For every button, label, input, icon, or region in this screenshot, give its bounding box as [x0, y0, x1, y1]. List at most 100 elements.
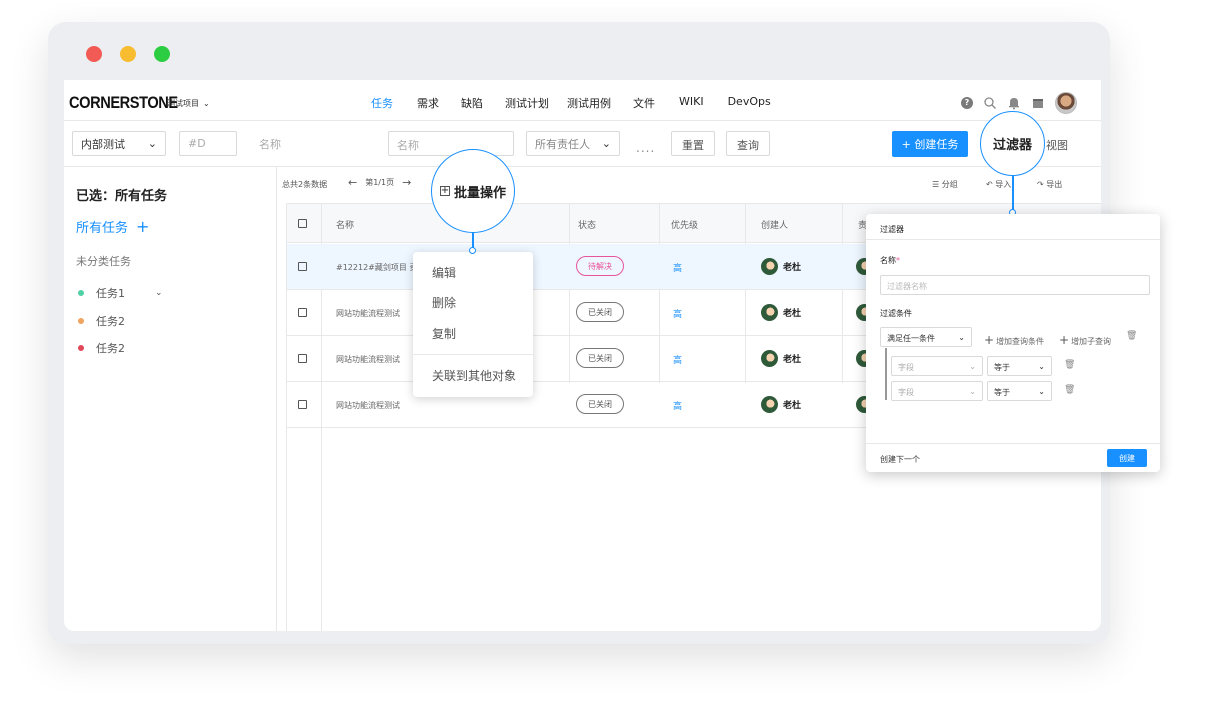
nav-tab-test-plan[interactable]: 测试计划: [505, 95, 549, 111]
column-header-priority[interactable]: 优先级: [671, 218, 698, 231]
required-mark: *: [896, 256, 900, 265]
search-icon[interactable]: [983, 96, 997, 110]
add-icon[interactable]: +: [136, 217, 149, 236]
filter-name-input[interactable]: 过滤器名称: [880, 275, 1150, 295]
field-select[interactable]: 字段 ⌄: [891, 381, 983, 401]
status-dot-icon: [78, 345, 84, 351]
page-indicator: 第1/1页: [365, 178, 395, 187]
batch-ops-callout[interactable]: + 批量操作: [431, 149, 515, 233]
all-tasks-label: 所有任务: [76, 221, 129, 236]
project-switcher[interactable]: 测试项目 ⌄: [167, 98, 210, 109]
group-select-value: 内部测试: [81, 137, 125, 151]
sidebar-item-task3[interactable]: 任务2: [78, 340, 125, 356]
more-filters-button[interactable]: ....: [636, 141, 655, 155]
group-select[interactable]: 内部测试 ⌄: [72, 131, 166, 156]
chevron-down-icon: ⌄: [969, 362, 976, 371]
operator-select[interactable]: 等于 ⌄: [987, 356, 1052, 376]
calendar-icon[interactable]: [1031, 96, 1045, 110]
status-badge[interactable]: 已关闭: [576, 394, 624, 414]
project-name: 测试项目: [167, 99, 199, 108]
bell-icon[interactable]: [1007, 96, 1021, 110]
conditions-label: 过滤条件: [880, 309, 912, 318]
nav-tab-test-cases[interactable]: 测试用例: [567, 95, 611, 111]
view-button[interactable]: 视图: [1046, 137, 1068, 153]
export-button[interactable]: ↷ 导出: [1037, 179, 1062, 190]
priority-value: 高: [673, 356, 683, 366]
close-window-button[interactable]: [86, 46, 102, 62]
import-icon: ↶: [986, 180, 996, 189]
name-input[interactable]: 名称: [250, 131, 374, 156]
plus-icon: +: [984, 333, 995, 347]
prev-page-icon[interactable]: ←: [348, 176, 357, 189]
sidebar-item-label: 任务2: [96, 342, 125, 355]
reset-button[interactable]: 重置: [671, 131, 715, 156]
chevron-down-icon: ⌄: [601, 137, 611, 150]
id-input[interactable]: #D: [179, 131, 237, 156]
task-name[interactable]: 网站功能流程测试: [336, 354, 400, 365]
create-next-toggle[interactable]: 创建下一个: [880, 454, 920, 465]
divider: [866, 239, 1160, 240]
status-badge[interactable]: 待解决: [576, 256, 624, 276]
nav-tab-requirements[interactable]: 需求: [417, 95, 439, 111]
nav-tab-devops[interactable]: DevOps: [728, 95, 771, 111]
field-select[interactable]: 字段 ⌄: [891, 356, 983, 376]
chevron-down-icon[interactable]: ⌄: [155, 288, 163, 298]
sidebar-item-all-tasks[interactable]: 所有任务 +: [76, 217, 149, 236]
operator-select[interactable]: 等于 ⌄: [987, 381, 1052, 401]
creator-name: 老杜: [783, 355, 802, 365]
creator: 老杜: [761, 304, 801, 321]
group-button[interactable]: ☰ 分组: [932, 179, 958, 190]
row-checkbox[interactable]: [298, 262, 307, 271]
row-context-menu: 编辑 删除 复制 关联到其他对象: [413, 252, 533, 397]
match-select[interactable]: 满足任一条件 ⌄: [880, 327, 972, 347]
user-avatar[interactable]: [1055, 92, 1077, 114]
column-header-status[interactable]: 状态: [578, 218, 596, 231]
avatar: [761, 350, 778, 367]
maximize-window-button[interactable]: [154, 46, 170, 62]
sidebar-item-task1[interactable]: 任务1 ⌄: [78, 285, 163, 301]
query-button[interactable]: 查询: [726, 131, 770, 156]
column-header-creator[interactable]: 创建人: [761, 218, 788, 231]
select-all-checkbox[interactable]: [298, 219, 307, 228]
name-search-input[interactable]: 名称: [388, 131, 514, 156]
trash-icon[interactable]: 🗑: [1064, 385, 1075, 395]
menu-item-delete[interactable]: 删除: [432, 294, 456, 311]
trash-icon[interactable]: 🗑: [1126, 331, 1137, 341]
filter-callout[interactable]: 过滤器: [980, 111, 1045, 176]
row-checkbox[interactable]: [298, 308, 307, 317]
status-badge[interactable]: 已关闭: [576, 302, 624, 322]
group-label: 分组: [941, 180, 958, 189]
sidebar-item-uncategorized[interactable]: 未分类任务: [76, 253, 131, 269]
main-menu: 任务 需求 缺陷 测试计划 测试用例 文件 WIKI DevOps: [371, 95, 771, 111]
nav-tab-wiki[interactable]: WIKI: [679, 95, 704, 111]
task-name[interactable]: 网站功能流程测试: [336, 308, 400, 319]
row-checkbox[interactable]: [298, 354, 307, 363]
create-filter-button[interactable]: 创建: [1107, 449, 1147, 467]
trash-icon[interactable]: 🗑: [1064, 360, 1075, 370]
add-condition-button[interactable]: + 增加查询条件: [984, 333, 1044, 347]
status-dot-icon: [78, 290, 84, 296]
status-badge[interactable]: 已关闭: [576, 348, 624, 368]
add-subquery-button[interactable]: + 增加子查询: [1059, 333, 1111, 347]
task-name[interactable]: #12212#藏剑项目 责: [336, 262, 417, 273]
column-header-name[interactable]: 名称: [336, 218, 354, 231]
sidebar-title: 已选：所有任务: [76, 189, 168, 204]
name-label: 名称*: [880, 255, 900, 266]
list-icon: ☰: [932, 180, 942, 189]
next-page-icon[interactable]: →: [402, 176, 411, 189]
nav-tab-files[interactable]: 文件: [633, 95, 655, 111]
menu-item-edit[interactable]: 编辑: [432, 264, 456, 281]
task-name[interactable]: 网站功能流程测试: [336, 400, 400, 411]
help-icon[interactable]: ?: [961, 97, 973, 109]
nav-tab-tasks[interactable]: 任务: [371, 95, 393, 111]
create-task-button[interactable]: + 创建任务: [892, 131, 968, 157]
nav-tab-defects[interactable]: 缺陷: [461, 95, 483, 111]
chevron-down-icon: ⌄: [147, 137, 157, 150]
menu-item-copy[interactable]: 复制: [432, 325, 456, 342]
menu-item-link-object[interactable]: 关联到其他对象: [432, 367, 516, 384]
import-button[interactable]: ↶ 导入: [986, 179, 1011, 190]
sidebar-item-task2[interactable]: 任务2: [78, 313, 125, 329]
minimize-window-button[interactable]: [120, 46, 136, 62]
assignee-select[interactable]: 所有责任人 ⌄: [526, 131, 620, 156]
row-checkbox[interactable]: [298, 400, 307, 409]
